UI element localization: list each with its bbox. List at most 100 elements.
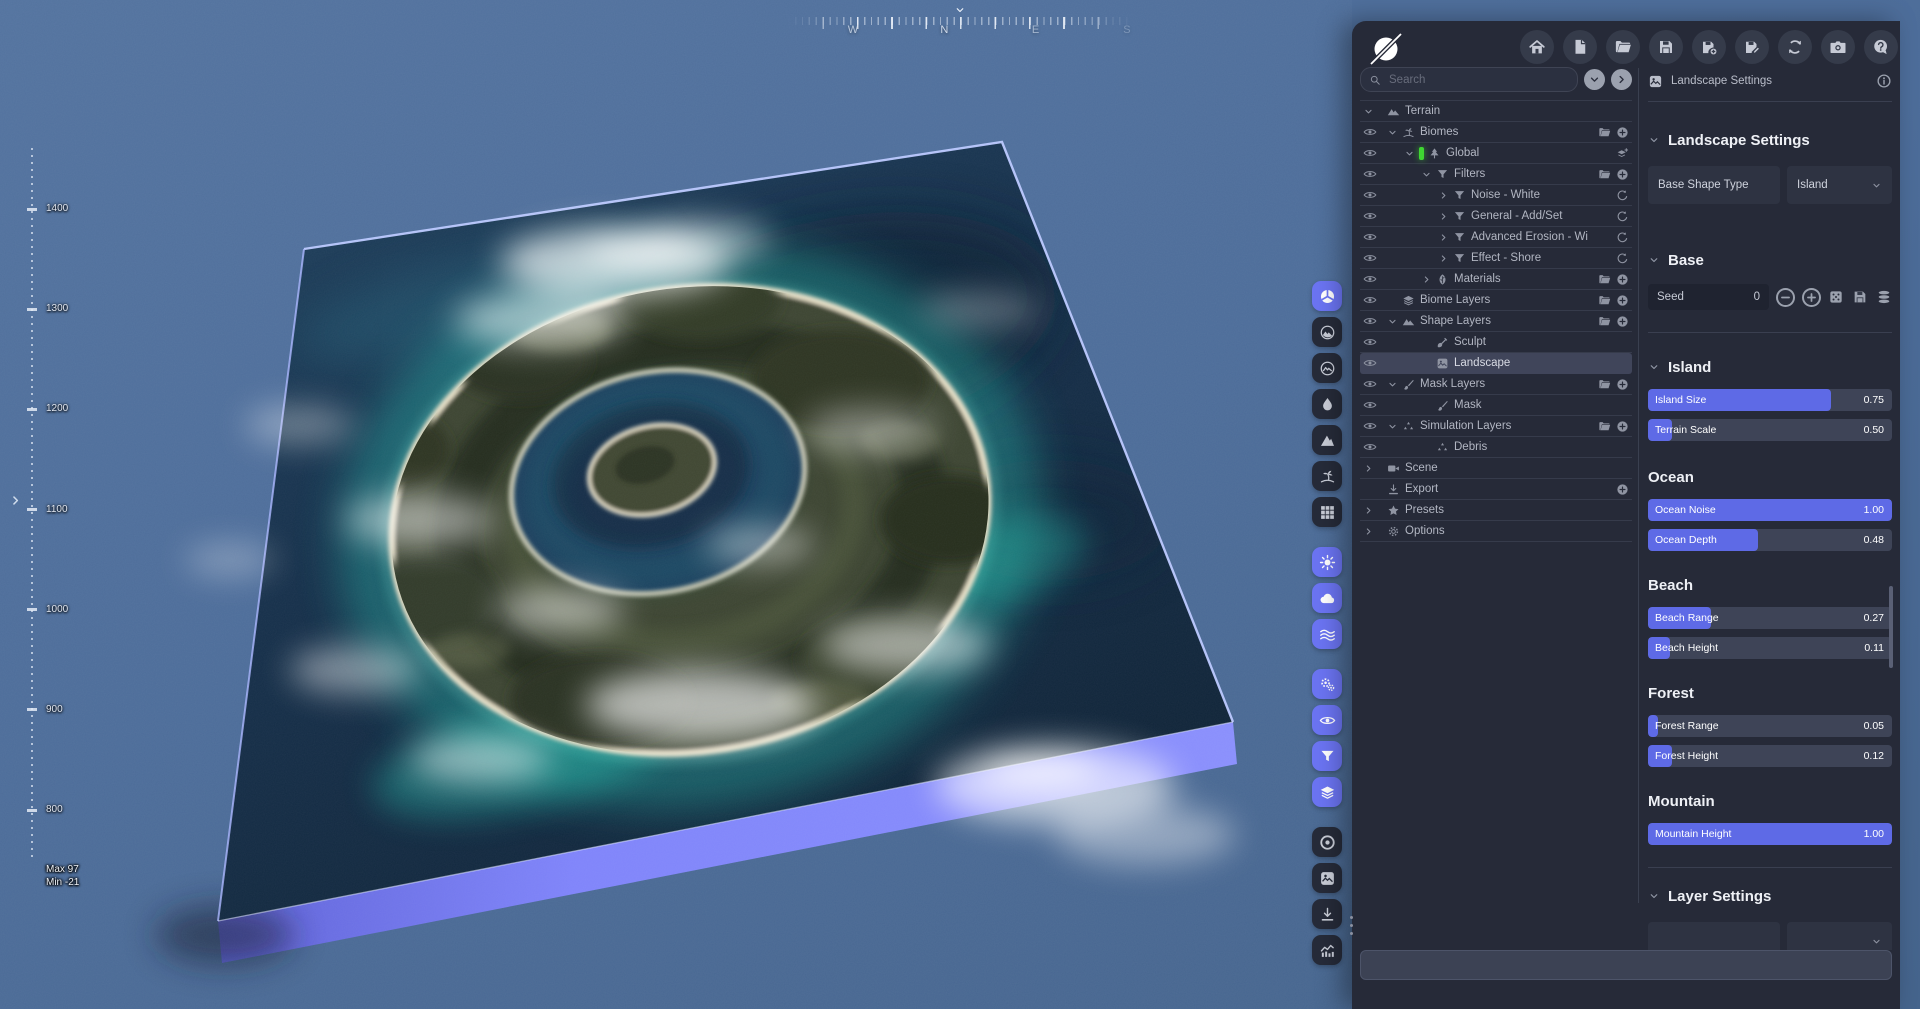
folder-icon[interactable] (1598, 420, 1611, 433)
visibility-eye-icon[interactable] (1363, 398, 1377, 412)
visibility-eye-icon[interactable] (1363, 188, 1377, 202)
tree-row-options[interactable]: Options (1360, 521, 1632, 542)
folder-icon[interactable] (1598, 126, 1611, 139)
refresh-icon[interactable] (1616, 231, 1629, 244)
plus-c-icon[interactable] (1616, 315, 1629, 328)
slider-ocean-noise[interactable]: Ocean Noise1.00 (1648, 499, 1892, 521)
tree-row-effect-shore[interactable]: Effect - Shore (1360, 248, 1632, 269)
mountain-button[interactable] (1312, 425, 1342, 455)
tree-row-scene[interactable]: Scene (1360, 458, 1632, 479)
compass-ruler[interactable] (788, 17, 1132, 31)
download-button[interactable] (1312, 899, 1342, 929)
expand-chevron[interactable] (1438, 232, 1453, 243)
expand-chevron[interactable] (1421, 169, 1436, 180)
save-edit-button[interactable] (1735, 30, 1769, 64)
plus-c-icon[interactable] (1616, 378, 1629, 391)
plus-c-icon[interactable] (1616, 294, 1629, 307)
visibility-eye-icon[interactable] (1363, 125, 1377, 139)
visibility-eye-icon[interactable] (1363, 293, 1377, 307)
section-heading-landscape-settings[interactable]: Landscape Settings (1648, 130, 1892, 150)
visibility-eye-icon[interactable] (1363, 377, 1377, 391)
plus-c-icon[interactable] (1616, 420, 1629, 433)
camera-button[interactable] (1821, 30, 1855, 64)
visibility-eye-icon[interactable] (1363, 167, 1377, 181)
folder-icon[interactable] (1598, 168, 1611, 181)
console-bar[interactable] (1360, 950, 1892, 980)
folder-icon[interactable] (1598, 273, 1611, 286)
slider-island-size[interactable]: Island Size0.75 (1648, 389, 1892, 411)
slider-beach-height[interactable]: Beach Height0.11 (1648, 637, 1892, 659)
select-base-shape-type-dropdown[interactable]: Island (1787, 166, 1892, 204)
expand-chevron[interactable] (1438, 253, 1453, 264)
expand-chevron[interactable] (1387, 127, 1402, 138)
expand-chevron[interactable] (1387, 421, 1402, 432)
folder-button[interactable] (1606, 30, 1640, 64)
slider-terrain-scale[interactable]: Terrain Scale0.50 (1648, 419, 1892, 441)
tree-row-general-add-set[interactable]: General - Add/Set (1360, 206, 1632, 227)
plus-c-icon[interactable] (1616, 483, 1629, 496)
visibility-eye-icon[interactable] (1363, 209, 1377, 223)
tree-row-noise-white[interactable]: Noise - White (1360, 185, 1632, 206)
search-next-button[interactable] (1611, 69, 1632, 90)
increment-button[interactable] (1802, 288, 1821, 307)
tree-row-presets[interactable]: Presets (1360, 500, 1632, 521)
help-button[interactable] (1864, 30, 1898, 64)
tree-row-shape-layers[interactable]: Shape Layers (1360, 311, 1632, 332)
visibility-eye-icon[interactable] (1363, 356, 1377, 370)
stats-button[interactable] (1312, 935, 1342, 965)
expand-chevron[interactable] (1387, 316, 1402, 327)
tree-row-sculpt[interactable]: Sculpt (1360, 332, 1632, 353)
expand-chevron[interactable] (1421, 274, 1436, 285)
visibility-eye-icon[interactable] (1363, 272, 1377, 286)
section-heading-island[interactable]: Island (1648, 357, 1892, 377)
folder-icon[interactable] (1598, 294, 1611, 307)
tree-row-filters[interactable]: Filters (1360, 164, 1632, 185)
tree-row-debris[interactable]: Debris (1360, 437, 1632, 458)
plus-c-icon[interactable] (1616, 168, 1629, 181)
tree-row-export[interactable]: Export (1360, 479, 1632, 500)
section-heading-mountain[interactable]: Mountain (1648, 791, 1892, 811)
tree-row-advanced-erosion-wi[interactable]: Advanced Erosion - Wi (1360, 227, 1632, 248)
visibility-eye-icon[interactable] (1363, 440, 1377, 454)
search-collapse-button[interactable] (1584, 69, 1605, 90)
refresh-icon[interactable] (1616, 189, 1629, 202)
section-heading-beach[interactable]: Beach (1648, 575, 1892, 595)
slider-mountain-height[interactable]: Mountain Height1.00 (1648, 823, 1892, 845)
expand-chevron[interactable] (1438, 190, 1453, 201)
grid-button[interactable] (1312, 497, 1342, 527)
island-button[interactable] (1312, 461, 1342, 491)
save-plus-button[interactable] (1692, 30, 1726, 64)
auto-process-button[interactable] (1312, 669, 1342, 699)
visibility-eye-icon[interactable] (1363, 419, 1377, 433)
database-icon[interactable] (1876, 289, 1892, 305)
tree-row-terrain[interactable]: Terrain (1360, 101, 1632, 122)
refresh-icon[interactable] (1616, 252, 1629, 265)
tree-row-mask[interactable]: Mask (1360, 395, 1632, 416)
visibility-eye-icon[interactable] (1363, 230, 1377, 244)
visibility-eye-icon[interactable] (1363, 146, 1377, 160)
save-icon[interactable] (1852, 289, 1868, 305)
tree-row-global[interactable]: Global (1360, 143, 1632, 164)
slider-forest-height[interactable]: Forest Height0.12 (1648, 745, 1892, 767)
section-heading-forest[interactable]: Forest (1648, 683, 1892, 703)
expand-chevron[interactable] (1387, 379, 1402, 390)
file-button[interactable] (1563, 30, 1597, 64)
info-icon[interactable] (1876, 73, 1892, 89)
plus-c-icon[interactable] (1616, 126, 1629, 139)
slider-ocean-depth[interactable]: Ocean Depth0.48 (1648, 529, 1892, 551)
inspector-scrollbar[interactable] (1889, 586, 1893, 668)
slider-forest-range[interactable]: Forest Range0.05 (1648, 715, 1892, 737)
visibility-eye-icon[interactable] (1363, 251, 1377, 265)
tree-row-mask-layers[interactable]: Mask Layers (1360, 374, 1632, 395)
section-heading-base[interactable]: Base (1648, 250, 1892, 270)
terrain-sphere-button[interactable] (1312, 317, 1342, 347)
sidebar-expand-icon[interactable] (8, 493, 23, 508)
tree-row-landscape[interactable]: Landscape (1360, 353, 1632, 374)
home-button[interactable] (1520, 30, 1554, 64)
panel-resize-handle[interactable] (1350, 916, 1353, 935)
terrain-wireframe-button[interactable] (1312, 353, 1342, 383)
expand-chevron[interactable] (1438, 211, 1453, 222)
sync-button[interactable] (1778, 30, 1812, 64)
sun-button[interactable] (1312, 547, 1342, 577)
clouds-button[interactable] (1312, 583, 1342, 613)
